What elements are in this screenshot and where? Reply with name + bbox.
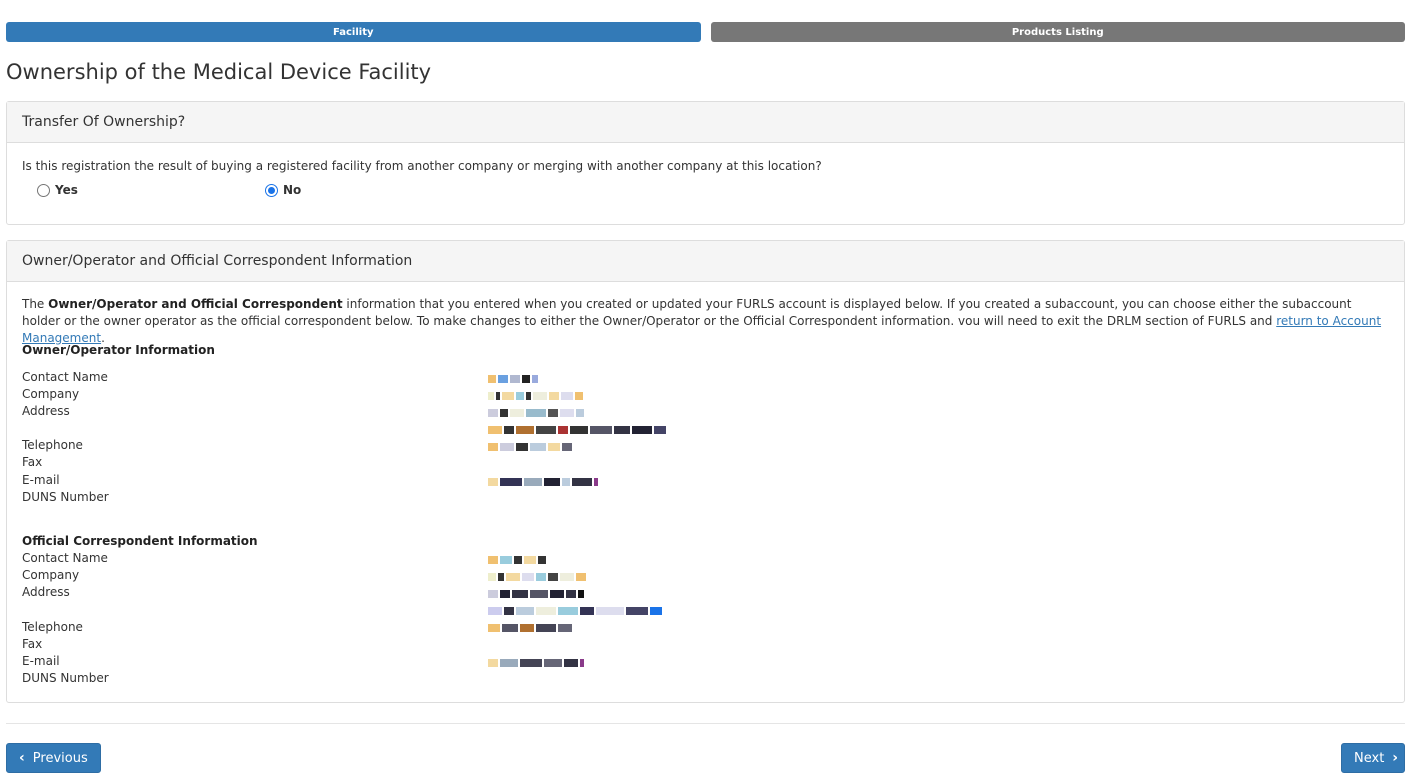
step-facility[interactable]: Facility bbox=[6, 22, 701, 42]
owner-company-label: Company bbox=[22, 387, 80, 401]
intro-paragraph: The Owner/Operator and Official Correspo… bbox=[22, 296, 1389, 347]
chevron-right-icon: › bbox=[1392, 750, 1399, 766]
owner-correspondent-heading: Owner/Operator and Official Corresponden… bbox=[7, 241, 1404, 282]
owner-correspondent-body: The Owner/Operator and Official Correspo… bbox=[7, 282, 1404, 702]
corr-telephone-value bbox=[488, 623, 572, 632]
owner-duns-label: DUNS Number bbox=[22, 490, 109, 504]
progress-steps: Facility Products Listing bbox=[6, 22, 1405, 42]
radio-no-circle[interactable] bbox=[265, 183, 278, 197]
next-button-label: Next bbox=[1354, 750, 1385, 766]
transfer-ownership-heading: Transfer Of Ownership? bbox=[7, 102, 1404, 143]
owner-address-value-2 bbox=[488, 425, 666, 434]
radio-yes[interactable]: Yes bbox=[37, 183, 78, 197]
previous-button-label: Previous bbox=[32, 750, 88, 766]
corr-company-value bbox=[488, 572, 586, 581]
owner-telephone-value bbox=[488, 442, 572, 451]
owner-address-label: Address bbox=[22, 404, 70, 418]
owner-email-label: E-mail bbox=[22, 473, 60, 487]
step-products-listing[interactable]: Products Listing bbox=[710, 22, 1405, 42]
radio-no-label: No bbox=[283, 183, 302, 197]
owner-company-value bbox=[488, 391, 583, 400]
transfer-question: Is this registration the result of buyin… bbox=[22, 159, 822, 173]
radio-yes-label: Yes bbox=[55, 183, 78, 197]
corr-email-value bbox=[488, 658, 584, 667]
owner-fax-label: Fax bbox=[22, 455, 43, 469]
corr-company-label: Company bbox=[22, 568, 80, 582]
corr-address-value-2 bbox=[488, 606, 662, 615]
owner-address-value-1 bbox=[488, 408, 584, 417]
transfer-ownership-panel: Transfer Of Ownership? Is this registrat… bbox=[6, 101, 1405, 225]
intro-bold: Owner/Operator and Official Corresponden… bbox=[48, 297, 343, 311]
chevron-left-icon: ‹ bbox=[19, 750, 25, 766]
corr-fax-label: Fax bbox=[22, 637, 43, 651]
owner-email-value bbox=[488, 477, 598, 486]
corr-duns-label: DUNS Number bbox=[22, 671, 109, 685]
owner-contact-name-value bbox=[488, 374, 538, 383]
owner-correspondent-panel: Owner/Operator and Official Corresponden… bbox=[6, 240, 1405, 703]
intro-prefix: The bbox=[22, 297, 49, 311]
correspondent-section-title: Official Correspondent Information bbox=[22, 534, 258, 548]
corr-address-value-1 bbox=[488, 589, 584, 598]
corr-email-label: E-mail bbox=[22, 654, 60, 668]
radio-no[interactable]: No bbox=[265, 183, 301, 197]
page-title: Ownership of the Medical Device Facility bbox=[6, 60, 432, 84]
footer-divider bbox=[6, 723, 1405, 724]
corr-telephone-label: Telephone bbox=[22, 620, 83, 634]
corr-contact-name-label: Contact Name bbox=[22, 551, 108, 565]
corr-contact-name-value bbox=[488, 555, 546, 564]
corr-address-label: Address bbox=[22, 585, 70, 599]
radio-yes-circle[interactable] bbox=[37, 183, 50, 197]
owner-contact-name-label: Contact Name bbox=[22, 370, 108, 384]
owner-section-title: Owner/Operator Information bbox=[22, 343, 215, 357]
owner-telephone-label: Telephone bbox=[22, 438, 83, 452]
